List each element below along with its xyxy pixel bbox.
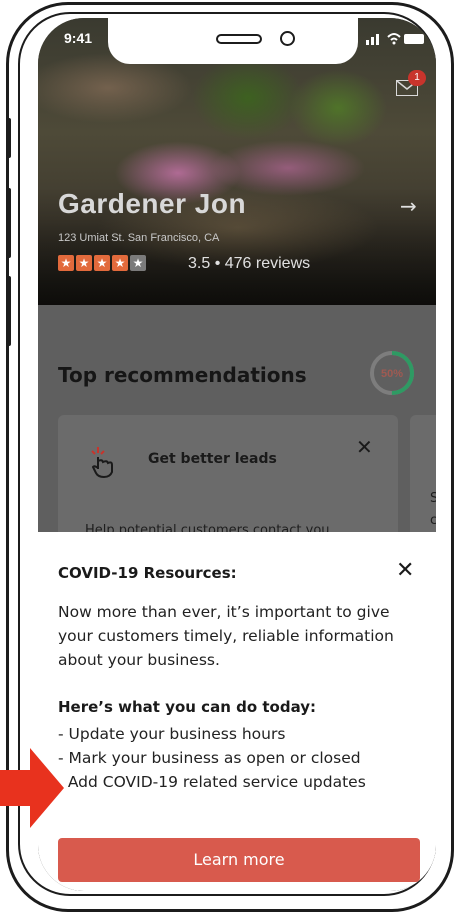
camera-icon [280,31,295,46]
status-time: 9:41 [64,30,93,46]
speaker-icon [216,34,262,44]
notch [108,18,358,64]
star-rating: ★ ★ ★ ★ ★ [58,255,148,273]
close-icon[interactable]: ✕ [396,558,414,583]
todo-list: - Update your business hours - Mark your… [58,722,366,794]
list-item: - Mark your business as open or closed [58,749,361,767]
arrow-right-icon[interactable]: → [400,194,417,218]
star-icon: ★ [58,255,74,271]
covid-resources-sheet: COVID-19 Resources: ✕ Now more than ever… [38,532,436,891]
tap-hand-icon [88,445,122,485]
progress-label: 50% [381,368,403,380]
recommendations-title: Top recommendations [58,363,307,387]
annotation-arrow-icon [0,748,64,828]
learn-more-button[interactable]: Learn more [58,838,420,882]
side-button-volume-down [7,276,11,346]
notification-badge: 1 [408,70,426,86]
list-item: Add COVID-19 related service updates [58,773,366,791]
star-icon: ★ [76,255,92,271]
review-count: • 476 reviews [214,255,311,272]
card-title: Get better leads [148,451,277,467]
card-next-partial-text: S c [430,491,436,528]
rating-value: 3.5 [188,255,211,272]
business-address: 123 Umiat St. San Francisco, CA [58,232,220,244]
sheet-subtitle: Here’s what you can do today: [58,698,317,716]
star-icon: ★ [130,255,146,271]
signal-wifi-battery-icon [366,33,424,45]
close-icon[interactable]: ✕ [356,435,373,459]
status-icons [366,30,426,46]
sheet-title: COVID-19 Resources: [58,564,237,582]
rating-summary[interactable]: 3.5 • 476 reviews [188,255,310,273]
side-button-mute [7,118,11,158]
list-item: - Update your business hours [58,725,286,743]
progress-ring: 50% [368,349,416,397]
business-name: Gardener Jon [58,188,247,219]
sheet-body-text: Now more than ever, it’s important to gi… [58,603,394,669]
star-icon: ★ [94,255,110,271]
side-button-volume-up [7,188,11,258]
star-icon: ★ [112,255,128,271]
phone-screen: 9:41 1 Gardener Jon → 123 Umiat St. San … [38,18,436,891]
